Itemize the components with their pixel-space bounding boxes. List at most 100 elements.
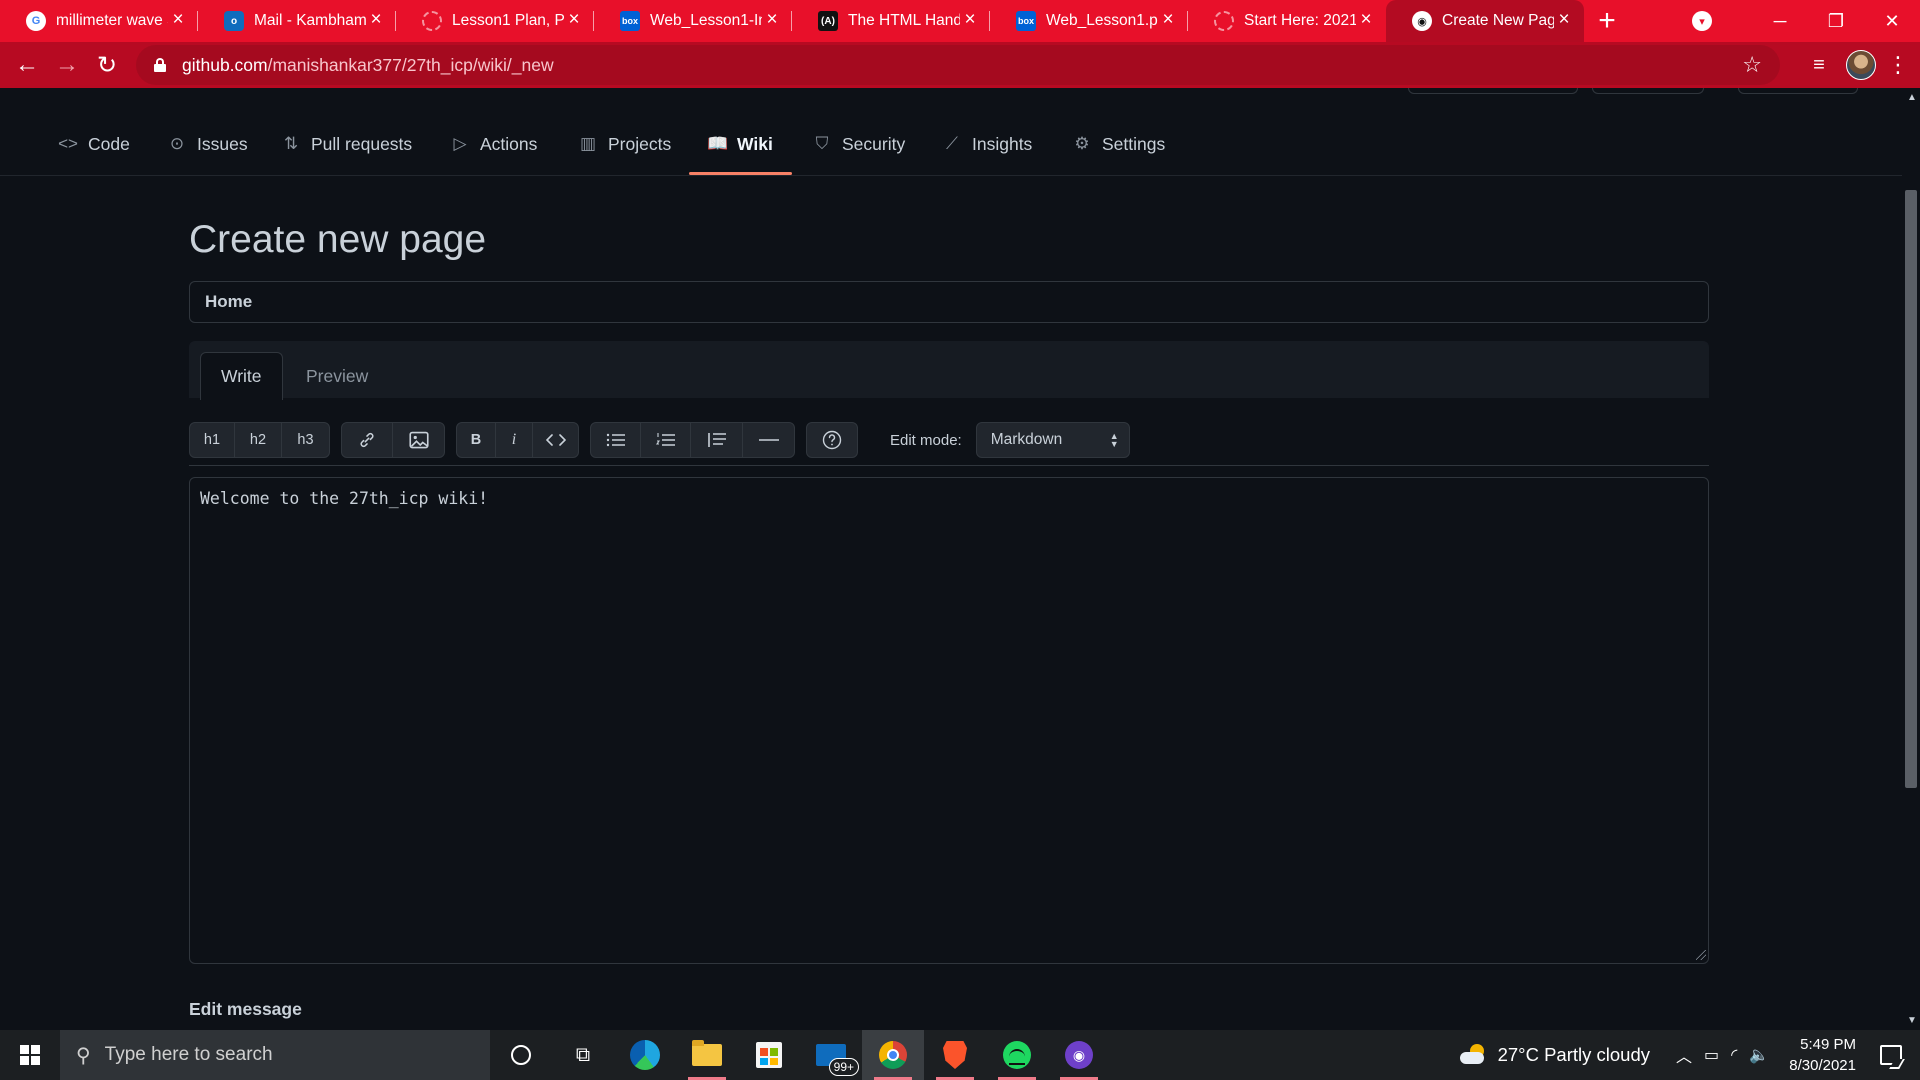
browser-tab[interactable]: box Web_Lesson1-Inst× [594, 0, 792, 42]
nav-label: Security [842, 134, 906, 154]
back-button[interactable]: ← [7, 45, 47, 85]
spotify-button[interactable] [986, 1030, 1048, 1080]
battery-icon[interactable]: ▭ [1704, 1045, 1719, 1065]
shield-icon: ⛉ [815, 134, 829, 153]
edge-button[interactable] [614, 1030, 676, 1080]
reading-list-icon[interactable]: ≡ [1802, 54, 1836, 77]
tab-wiki[interactable]: 📖 Wiki [707, 128, 773, 176]
scrollbar-thumb[interactable] [1905, 190, 1917, 788]
ordered-list-button[interactable] [641, 423, 691, 457]
task-view-button[interactable]: ⧉ [552, 1030, 614, 1080]
edit-message-label: Edit message [189, 999, 302, 1019]
h3-button[interactable]: h3 [282, 423, 329, 457]
unordered-list-button[interactable] [591, 423, 641, 457]
start-button[interactable] [0, 1030, 60, 1080]
scroll-down-icon[interactable]: ▼ [1907, 1015, 1917, 1026]
tab-settings[interactable]: ⚙ Settings [1072, 128, 1165, 176]
tab-security[interactable]: ⛉ Security [812, 128, 906, 176]
box-icon: box [620, 11, 640, 31]
volume-icon[interactable]: 🔈 [1749, 1045, 1769, 1065]
tab-write[interactable]: Write [200, 352, 283, 400]
search-icon: ⚲ [76, 1044, 91, 1067]
file-explorer-button[interactable] [676, 1030, 738, 1080]
tab-title: millimeter wave 5G [56, 12, 168, 29]
github-desktop-button[interactable]: ◉ [1048, 1030, 1110, 1080]
weather-text[interactable]: 27°C Partly cloudy [1498, 1044, 1650, 1066]
github-icon: ◉ [1412, 11, 1432, 31]
browser-tab[interactable]: Lesson1 Plan, Pres× [396, 0, 594, 42]
tab-issues[interactable]: ⊙ Issues [167, 128, 248, 176]
forward-button[interactable]: → [47, 45, 87, 85]
chrome-button[interactable] [862, 1030, 924, 1080]
taskbar-search-box[interactable]: ⚲ Type here to search [60, 1030, 490, 1080]
restore-button[interactable]: ❐ [1808, 0, 1864, 42]
help-button[interactable] [807, 423, 857, 457]
browser-tab[interactable]: o Mail - Kambham, × [198, 0, 396, 42]
page-scrollbar[interactable]: ▲ ▼ [1902, 88, 1920, 1030]
mail-button[interactable]: 99+ [800, 1030, 862, 1080]
github-desktop-icon: ◉ [1065, 1041, 1093, 1069]
address-bar[interactable]: github.com/manishankar377/27th_icp/wiki/… [136, 45, 1780, 85]
store-button[interactable] [738, 1030, 800, 1080]
close-window-button[interactable]: ✕ [1864, 0, 1920, 42]
brave-button[interactable] [924, 1030, 986, 1080]
code-button[interactable] [533, 423, 578, 457]
tab-projects[interactable]: ▥ Projects [578, 128, 671, 176]
edit-mode-select[interactable]: Markdown ▲ ▼ [975, 422, 1130, 458]
bookmark-star-icon[interactable]: ☆ [1742, 52, 1762, 78]
reload-button[interactable]: ↻ [87, 45, 127, 85]
partly-cloudy-icon[interactable] [1459, 1044, 1488, 1066]
tab-insights[interactable]: ⟋ Insights [942, 128, 1032, 176]
h2-button[interactable]: h2 [235, 423, 282, 457]
close-tab-icon[interactable]: × [1356, 10, 1376, 30]
browser-tab[interactable]: Gmillimeter wave 5G× [0, 0, 198, 42]
tab-code[interactable]: <> Code [58, 128, 130, 176]
profile-avatar[interactable] [1846, 50, 1876, 80]
repo-navigation: <> Code ⊙ Issues ⇅ Pull requests ▷ Actions ▥ Proj… [0, 88, 1902, 176]
tab-preview[interactable]: Preview [286, 352, 388, 400]
browser-tab[interactable]: (A) The HTML Handb × [792, 0, 990, 42]
editor-tabs: Write Preview [189, 341, 1709, 400]
close-tab-icon[interactable]: × [1158, 10, 1178, 30]
google-icon: G [26, 11, 46, 31]
wiki-title-input[interactable] [189, 281, 1709, 323]
scroll-up-icon[interactable]: ▲ [1907, 92, 1917, 103]
tab-search-icon[interactable]: ▾ [1692, 11, 1712, 31]
tab-pull-requests[interactable]: ⇅ Pull requests [281, 128, 412, 176]
h1-button[interactable]: h1 [190, 423, 235, 457]
image-button[interactable] [393, 423, 444, 457]
new-tab-button[interactable]: + [1584, 0, 1630, 42]
clock[interactable]: 5:49 PM 8/30/2021 [1789, 1034, 1856, 1076]
italic-button[interactable]: i [496, 423, 533, 457]
horizontal-rule-button[interactable] [743, 423, 794, 457]
wiki-body-textarea[interactable]: Welcome to the 27th_icp wiki! [189, 477, 1709, 964]
browser-tab[interactable]: box Web_Lesson1.pdf× [990, 0, 1188, 42]
windows-logo-icon [20, 1045, 40, 1065]
bold-button[interactable]: B [457, 423, 496, 457]
cortana-button[interactable] [490, 1030, 552, 1080]
close-tab-icon[interactable]: × [564, 10, 584, 30]
blockquote-button[interactable] [691, 423, 743, 457]
close-tab-icon[interactable]: × [366, 10, 386, 30]
url-text[interactable]: github.com/manishankar377/27th_icp/wiki/… [182, 55, 554, 76]
show-hidden-icons-icon[interactable]: ︿ [1676, 1043, 1692, 1067]
tab-actions[interactable]: ▷ Actions [450, 128, 537, 176]
folder-icon [692, 1040, 722, 1066]
link-button[interactable] [342, 423, 393, 457]
wifi-icon[interactable]: ◜ [1731, 1045, 1737, 1065]
browser-tab[interactable]: ◉ Create New Page × [1386, 0, 1584, 42]
minimize-button[interactable]: ─ [1752, 0, 1808, 42]
lock-icon[interactable] [154, 58, 166, 72]
notification-center-icon[interactable] [1880, 1045, 1902, 1065]
close-tab-icon[interactable]: × [168, 10, 188, 30]
close-tab-icon[interactable]: × [960, 10, 980, 30]
close-tab-icon[interactable]: × [1554, 10, 1574, 30]
windows-taskbar: ⚲ Type here to search ⧉ 99+ ◉ 27°C Partl… [0, 1030, 1920, 1080]
chrome-icon [879, 1041, 907, 1069]
resize-grip-icon[interactable] [1696, 950, 1706, 960]
close-tab-icon[interactable]: × [762, 10, 782, 30]
browser-menu-icon[interactable]: ⋮ [1886, 52, 1910, 78]
store-icon [756, 1042, 782, 1068]
browser-tab[interactable]: Start Here: 2021F × [1188, 0, 1386, 42]
brave-icon [943, 1041, 967, 1069]
